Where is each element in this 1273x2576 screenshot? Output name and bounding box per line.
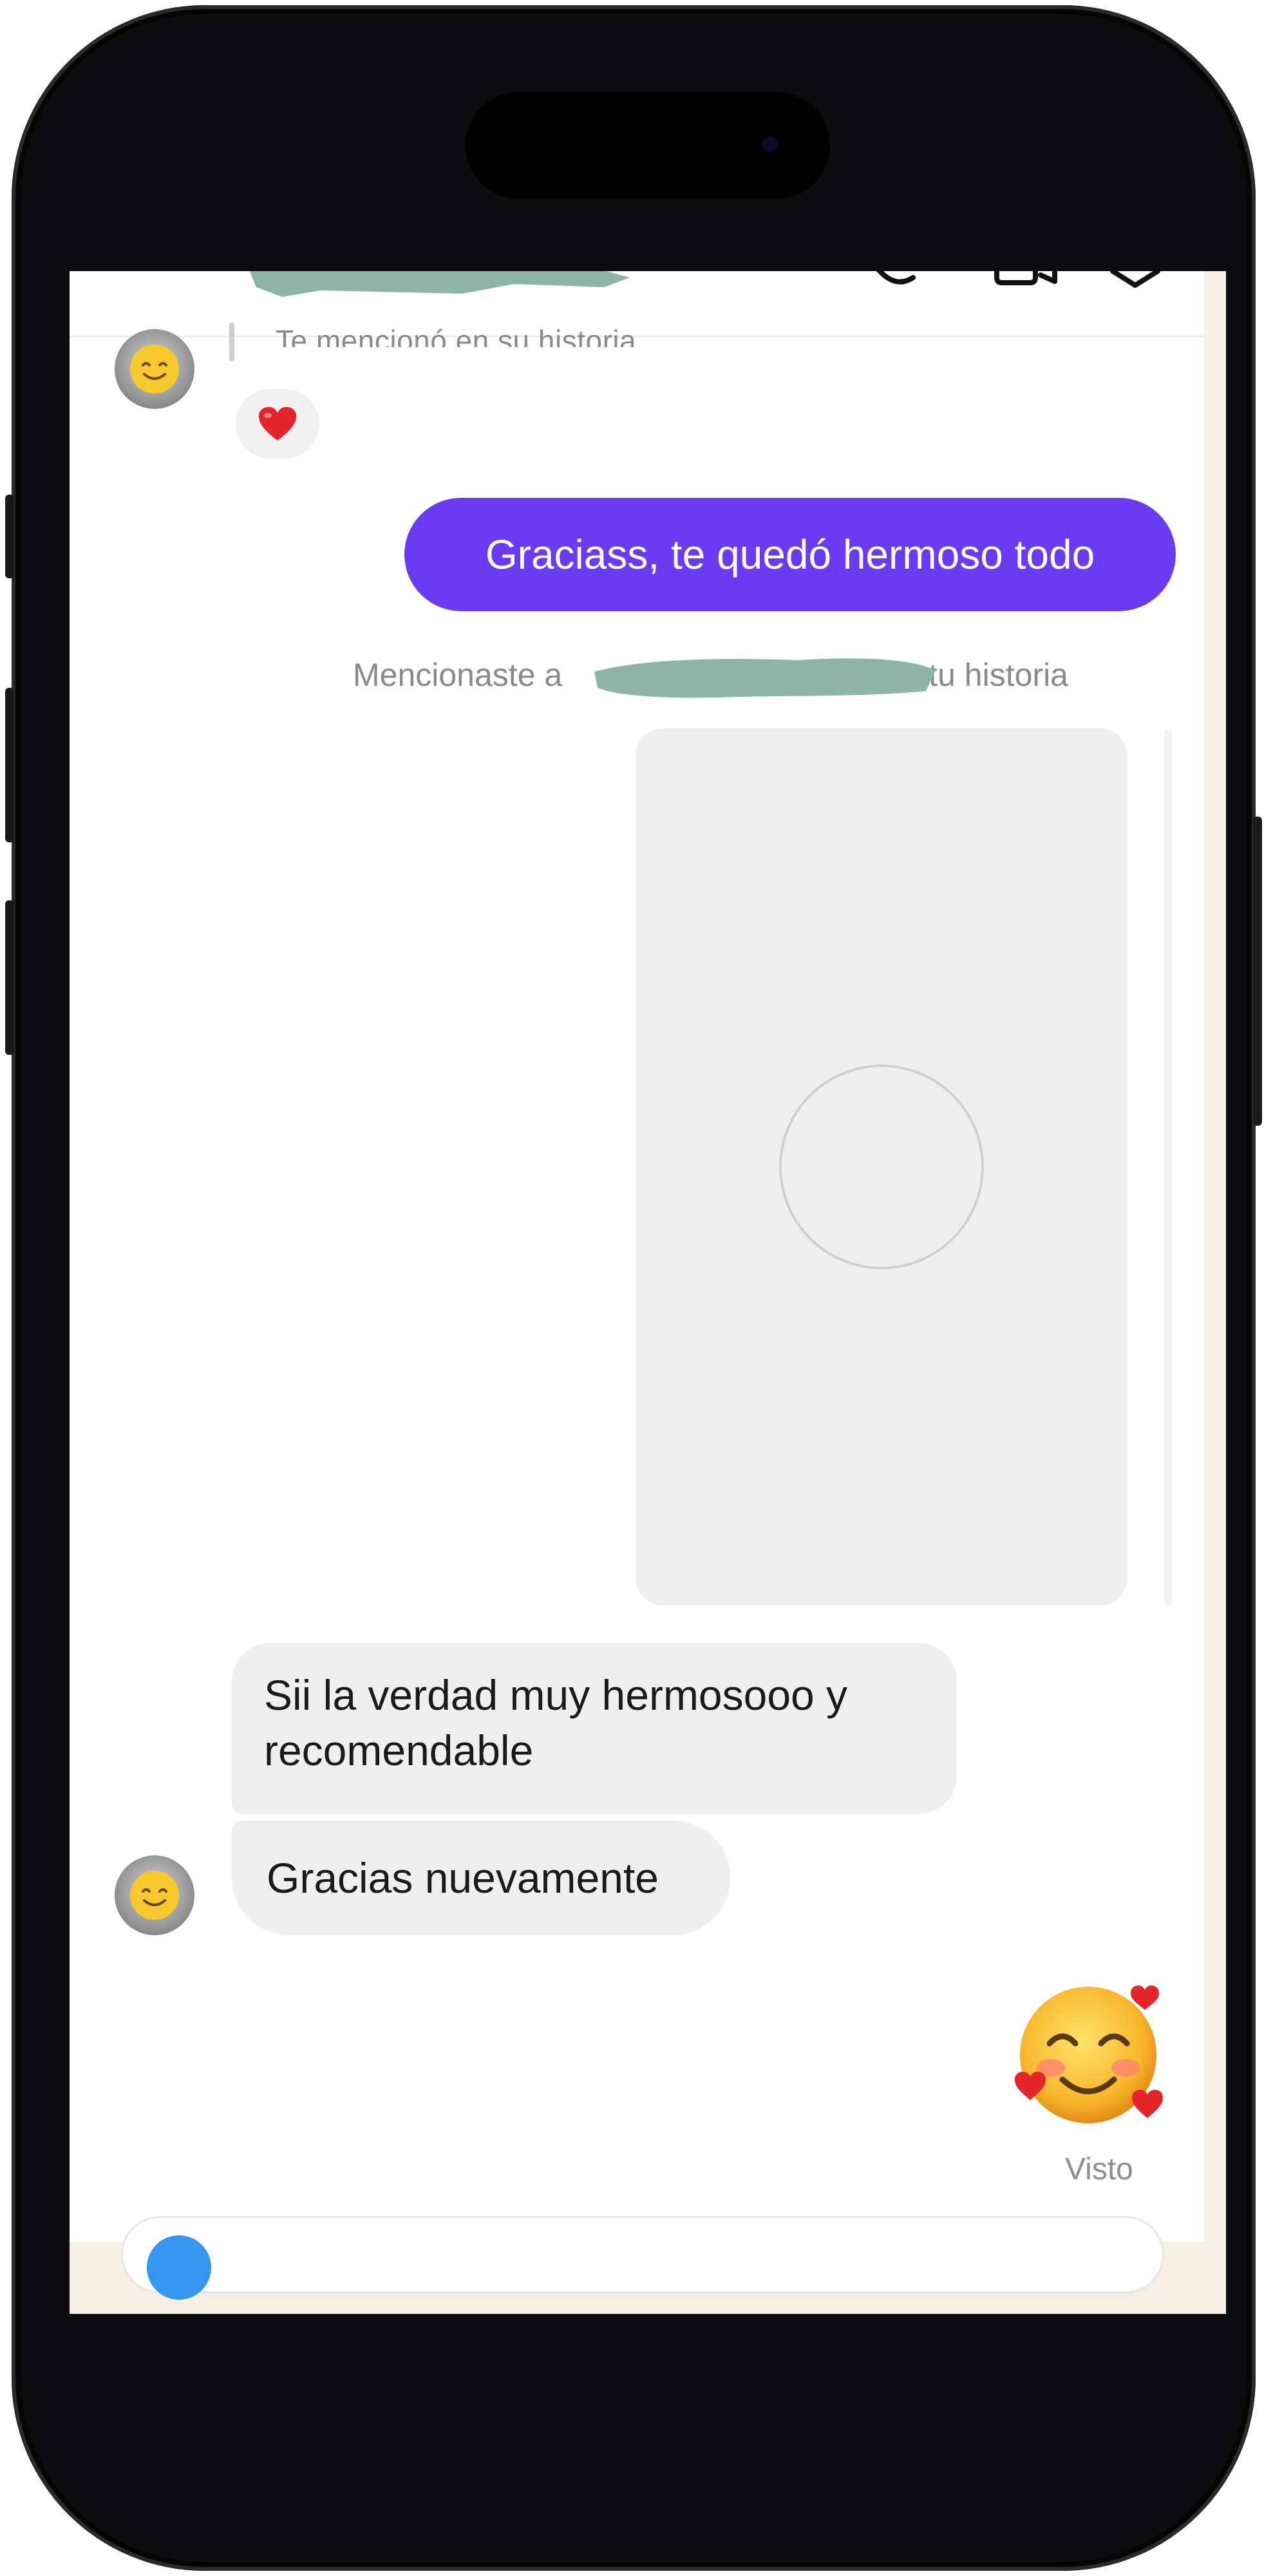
reaction-pill[interactable] [236,389,319,459]
smiling-face-with-hearts-icon[interactable] [1011,1971,1178,2139]
mention-sent-prefix: Mencionaste a [353,657,563,693]
seen-status: Visto [1065,2152,1133,2186]
heart-emoji-icon [259,407,296,440]
camera-button[interactable] [147,2235,211,2300]
incoming-message-text: Sii la verdad muy hermosooo y recomendab… [264,1671,848,1774]
silent-switch [5,495,14,578]
volume-down-button [5,900,14,1055]
incoming-message[interactable]: Gracias nuevamente [232,1821,730,1935]
back-arrow-icon[interactable] [140,271,179,284]
incoming-message[interactable]: Sii la verdad muy hermosooo y recomendab… [232,1643,957,1814]
dynamic-island [466,92,830,199]
username-redacted [594,658,936,698]
incoming-message-text: Gracias nuevamente [267,1854,659,1902]
contact-avatar[interactable] [115,1855,194,1935]
chat-screen: Te mencionó en su historia Graciass, te … [70,271,1226,2314]
volume-up-button [5,688,14,842]
contact-name-redacted [250,271,630,297]
header-divider [70,336,1204,337]
voice-call-icon[interactable] [868,271,919,297]
story-preview[interactable] [636,728,1127,1605]
background-strip-right [1204,271,1226,2242]
smiley-icon [130,345,179,393]
front-camera [763,137,777,151]
video-call-icon[interactable] [990,271,1061,297]
story-mention-received: Te mencionó en su historia [276,324,637,347]
story-scroll-indicator [1164,728,1172,1605]
message-composer[interactable] [121,2216,1164,2293]
phone-frame: Te mencionó en su historia Graciass, te … [5,5,1262,2571]
story-reply-bar [229,323,234,361]
power-button [1253,817,1262,1126]
contact-avatar[interactable] [115,329,194,409]
outgoing-message[interactable]: Graciass, te quedó hermoso todo [404,498,1176,611]
smiley-icon [130,1871,179,1920]
info-icon[interactable] [1106,271,1164,297]
story-loading-circle [779,1065,984,1269]
